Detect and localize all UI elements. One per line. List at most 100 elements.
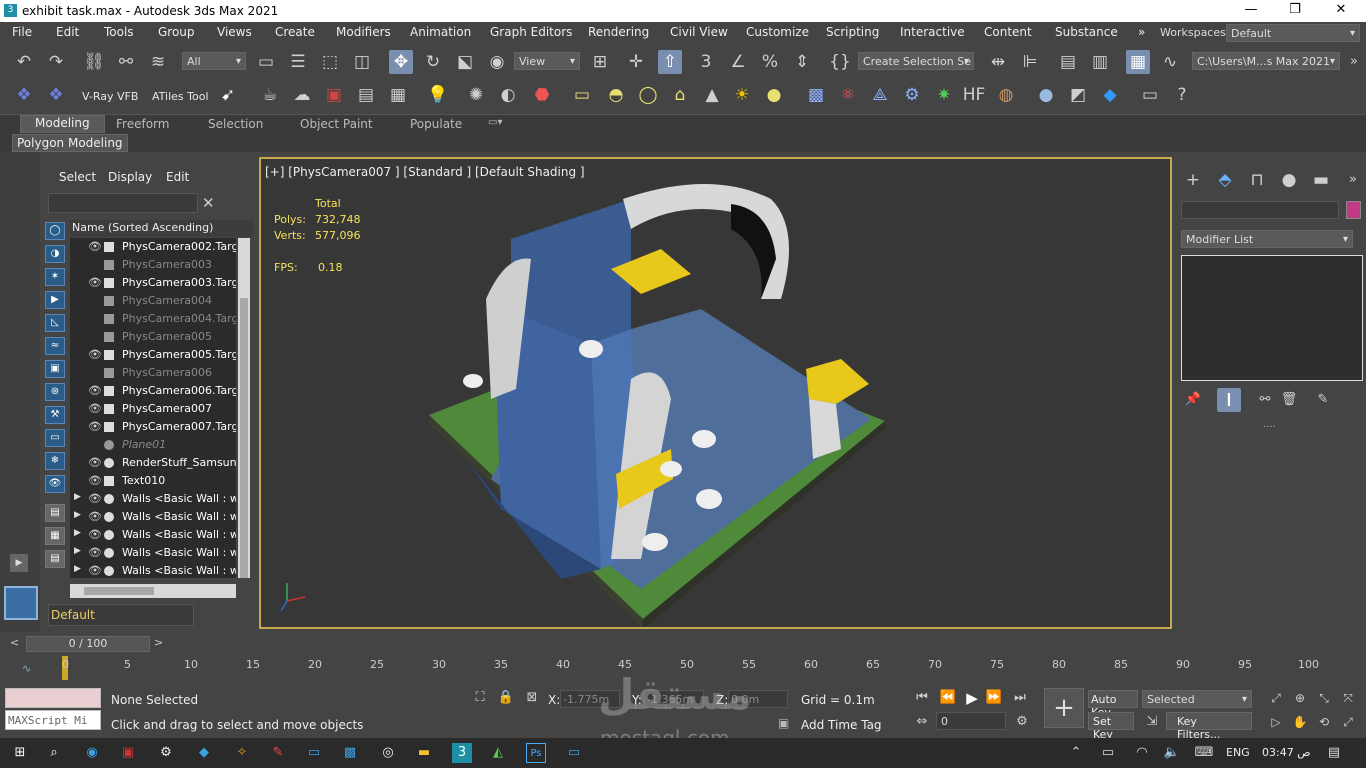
zoom-extents-all-icon[interactable]: ⤧	[1336, 686, 1360, 710]
orbit-icon[interactable]: ⟲	[1312, 710, 1336, 734]
filter-helpers-icon[interactable]: ◺	[45, 314, 65, 332]
eye-icon[interactable]: 👁	[88, 420, 102, 433]
motion-tab-icon[interactable]: ●	[1277, 168, 1301, 192]
eye-icon[interactable]: 👁	[88, 276, 102, 289]
molecule-icon[interactable]: ⚛	[836, 83, 860, 107]
eye-icon[interactable]: 👁	[88, 456, 102, 469]
object-name-input[interactable]	[1181, 201, 1339, 219]
select-rotate-icon[interactable]: ↻	[421, 50, 445, 74]
key-selection-dropdown[interactable]: Selected	[1142, 690, 1252, 708]
taskbar-app-icon-8[interactable]: ◭	[488, 743, 508, 763]
curve-editor-icon[interactable]: ∿	[1158, 50, 1182, 74]
redo-icon[interactable]: ↷	[44, 50, 68, 74]
volume-icon[interactable]: 🔈	[1162, 743, 1182, 763]
filter-cameras-icon[interactable]: ▶	[45, 291, 65, 309]
slider-prev-icon[interactable]: <	[10, 636, 19, 649]
menu-group[interactable]: Group	[158, 25, 195, 39]
resize-handle-icon[interactable]: ····	[1263, 422, 1276, 433]
teapot-icon[interactable]: ☕	[258, 83, 282, 107]
settings-app-icon[interactable]: ⚙	[156, 743, 176, 763]
ies-light-icon[interactable]: ▲	[700, 83, 724, 107]
search-icon[interactable]: ⌕	[44, 743, 64, 763]
named-selection-dropdown[interactable]: Create Selection Se	[858, 52, 974, 70]
se-option-icon-3[interactable]: ▤	[45, 550, 65, 568]
3dsmax-taskbar-icon[interactable]: 3	[452, 743, 472, 763]
render-setup-icon[interactable]: ▣	[322, 83, 346, 107]
window-crossing-icon[interactable]: ◫	[350, 50, 374, 74]
select-object-icon[interactable]: ▭	[254, 50, 278, 74]
key-filters-button[interactable]: Key Filters...	[1166, 712, 1252, 741]
unlink-icon[interactable]: ⚯	[114, 50, 138, 74]
menu-substance[interactable]: Substance	[1055, 25, 1118, 39]
polygon-modeling-button[interactable]: Polygon Modeling	[12, 134, 128, 152]
utilities-overflow-icon[interactable]: »	[1341, 168, 1365, 192]
show-end-result-icon[interactable]: ❙	[1217, 388, 1241, 412]
zoom-icon[interactable]: ⤢	[1264, 686, 1288, 710]
menu-views[interactable]: Views	[217, 25, 252, 39]
menu-content[interactable]: Content	[984, 25, 1032, 39]
taskbar-app-icon-9[interactable]: ▭	[564, 743, 584, 763]
se-tab-display[interactable]: Display	[108, 170, 152, 184]
list-item[interactable]: PhysCamera003	[70, 256, 236, 274]
maximize-viewport-icon[interactable]: ⤢	[1336, 710, 1360, 734]
absolute-mode-icon[interactable]: ⊠	[520, 686, 544, 710]
plane-light-icon[interactable]: ▭	[570, 83, 594, 107]
zoom-extents-icon[interactable]: ⤡	[1312, 686, 1336, 710]
expand-icon[interactable]: ▶	[74, 546, 81, 556]
list-item[interactable]: 👁RenderStuff_Samsung_	[70, 454, 236, 472]
vray-sphere-icon[interactable]: ◐	[496, 83, 520, 107]
time-config-icon[interactable]: ⚙	[1010, 710, 1034, 734]
ambient-light-icon[interactable]: ●	[762, 83, 786, 107]
menu-rendering[interactable]: Rendering	[588, 25, 649, 39]
sun-icon[interactable]: ☀	[730, 83, 754, 107]
reference-coord-dropdown[interactable]: View	[514, 52, 580, 70]
selection-filter-dropdown[interactable]: All	[182, 52, 246, 70]
filter-shapes-icon[interactable]: ◑	[45, 245, 65, 263]
goto-start-icon[interactable]: ⏮	[910, 686, 934, 710]
ribbon-options-icon[interactable]: ▭▾	[488, 117, 502, 128]
menu-graph-editors[interactable]: Graph Editors	[490, 25, 572, 39]
create-tab-icon[interactable]: +	[1181, 168, 1205, 192]
scroll-thumb[interactable]	[240, 298, 248, 578]
vray-vfb-button[interactable]: V-Ray VFB	[82, 90, 138, 103]
align-icon[interactable]: ⊫	[1018, 50, 1042, 74]
display-tab-icon[interactable]: ▬	[1309, 168, 1333, 192]
mirror-icon[interactable]: ⇹	[986, 50, 1010, 74]
minimize-button[interactable]: —	[1236, 2, 1266, 17]
se-column-header[interactable]: Name (Sorted Ascending)	[70, 220, 254, 237]
battery-icon[interactable]: ▭	[1098, 743, 1118, 763]
list-item[interactable]: PhysCamera006	[70, 364, 236, 382]
ribbon-tab-populate[interactable]: Populate	[410, 117, 462, 131]
fur-icon[interactable]: ▩	[804, 83, 828, 107]
object-color-swatch[interactable]	[1346, 201, 1361, 219]
filter-bones-icon[interactable]: ⚒	[45, 406, 65, 424]
gear-icon[interactable]: ⚙	[900, 83, 924, 107]
clock[interactable]: 03:47 ص	[1262, 746, 1311, 759]
help-icon[interactable]: ?	[1170, 83, 1194, 107]
windows-start-icon[interactable]: ⊞	[10, 743, 30, 763]
material-editor-icon[interactable]: ◩	[1066, 83, 1090, 107]
list-item[interactable]: ▶👁Walls <Basic Wall : wall	[70, 544, 236, 562]
eye-icon[interactable]: 👁	[88, 510, 102, 523]
menu-create[interactable]: Create	[275, 25, 315, 39]
render-production-icon[interactable]: ▦	[386, 83, 410, 107]
current-frame-field[interactable]: 0	[936, 712, 1006, 730]
edit-named-selection-icon[interactable]: {}	[828, 50, 852, 74]
undo-icon[interactable]: ↶	[12, 50, 36, 74]
se-horizontal-scrollbar[interactable]	[70, 584, 236, 598]
layer-field[interactable]: Default	[48, 604, 194, 626]
pan-icon[interactable]: ✋	[1288, 710, 1312, 734]
curve-editor-mini-icon[interactable]: ∿	[22, 662, 31, 675]
eye-icon[interactable]: 👁	[88, 402, 102, 415]
configure-sets-icon[interactable]: ✎	[1311, 388, 1335, 412]
taskbar-app-icon-7[interactable]: ◎	[378, 743, 398, 763]
filter-groups-icon[interactable]: ▣	[45, 360, 65, 378]
modify-tab-icon[interactable]: ⬘	[1213, 168, 1237, 192]
zoom-all-icon[interactable]: ⊕	[1288, 686, 1312, 710]
list-item[interactable]: ▶👁Walls <Basic Wall : wall	[70, 562, 236, 578]
modifier-stack[interactable]	[1181, 255, 1363, 381]
filter-lights-icon[interactable]: ✶	[45, 268, 65, 286]
list-item[interactable]: ▶👁Walls <Basic Wall : wall	[70, 526, 236, 544]
se-search-input[interactable]	[48, 193, 198, 213]
snaps-toggle-icon[interactable]: 3	[694, 50, 718, 74]
